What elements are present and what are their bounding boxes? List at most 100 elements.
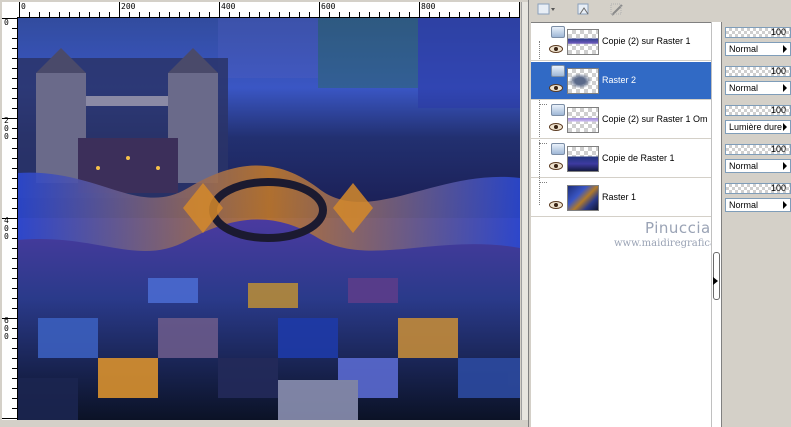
layer-row[interactable]: Raster 1 — [531, 179, 711, 217]
ruler-tick — [39, 12, 40, 17]
layer-row[interactable]: Copie (2) sur Raster 1 — [531, 23, 711, 61]
ruler-tick — [12, 388, 17, 389]
mask-icon — [577, 3, 589, 15]
blend-mode-select[interactable]: Normal — [725, 159, 791, 173]
layer-row[interactable]: Raster 2 — [531, 62, 711, 100]
layer-name: Copie (2) sur Raster 1 Om — [602, 114, 708, 124]
ruler-tick — [259, 12, 260, 17]
blend-mode-value: Normal — [729, 161, 759, 171]
ruler-tick — [12, 48, 17, 49]
blend-mode-select[interactable]: Normal — [725, 42, 791, 56]
visibility-eye-icon[interactable] — [549, 201, 563, 209]
ruler-tick — [109, 12, 110, 17]
ruler-tick — [12, 58, 17, 59]
ruler-tick — [12, 198, 17, 199]
blend-mode-select[interactable]: Normal — [725, 81, 791, 95]
adjustment-layer-button[interactable] — [607, 1, 629, 18]
opacity-slider[interactable]: 100 — [725, 183, 791, 194]
ruler-tick — [409, 12, 410, 17]
layer-thumbnail — [567, 185, 599, 211]
new-layer-button[interactable] — [535, 1, 557, 18]
ruler-tick — [59, 12, 60, 17]
ruler-tick — [399, 12, 400, 17]
ruler-tick — [479, 12, 480, 17]
ruler-tick — [12, 358, 17, 359]
ruler-tick — [129, 12, 130, 17]
ruler-tick — [2, 18, 17, 19]
layer-properties: 100 Normal — [724, 24, 791, 62]
ruler-label: 0 — [21, 2, 26, 11]
layer-name: Copie de Raster 1 — [602, 153, 675, 163]
blend-mode-select[interactable]: Lumière dure — [725, 120, 791, 134]
opacity-slider[interactable]: 100 — [725, 27, 791, 38]
ruler-tick — [429, 12, 430, 17]
visibility-eye-icon[interactable] — [549, 123, 563, 131]
raster-layer-icon — [551, 65, 565, 77]
ruler-tick — [12, 28, 17, 29]
ruler-tick — [439, 12, 440, 17]
ruler-tick — [12, 368, 17, 369]
layers-empty-area — [531, 218, 711, 427]
layer-row[interactable]: Copie (2) sur Raster 1 Om — [531, 101, 711, 139]
visibility-eye-icon[interactable] — [549, 84, 563, 92]
ruler-tick — [19, 2, 20, 17]
ruler-tick — [149, 12, 150, 17]
layer-name: Copie (2) sur Raster 1 — [602, 36, 691, 46]
opacity-value: 100 — [770, 144, 786, 154]
ruler-tick — [519, 2, 520, 17]
ruler-tick — [459, 12, 460, 17]
mask-button[interactable] — [573, 1, 595, 18]
ruler-tick — [89, 12, 90, 17]
document-window: 0 200 400 600 800 0 200 400 600 — [0, 0, 529, 427]
ruler-label: 200 — [121, 2, 136, 11]
ruler-tick — [12, 88, 17, 89]
layer-thumbnail — [567, 146, 599, 172]
dropdown-arrow-icon — [781, 161, 789, 171]
dropdown-arrow-icon — [781, 44, 789, 54]
ruler-tick — [509, 12, 510, 17]
ruler-tick — [12, 178, 17, 179]
ruler-tick — [79, 12, 80, 17]
ruler-tick — [379, 12, 380, 17]
ruler-tick — [12, 228, 17, 229]
ruler-tick — [229, 12, 230, 17]
ruler-label: 400 — [4, 216, 9, 241]
ruler-tick — [12, 408, 17, 409]
ruler-label: 800 — [421, 2, 436, 11]
layer-thumbnail — [567, 68, 599, 94]
layer-row[interactable]: Copie de Raster 1 — [531, 140, 711, 178]
horizontal-ruler: 0 200 400 600 800 — [18, 2, 520, 18]
ruler-tick — [12, 298, 17, 299]
blend-mode-value: Lumière dure — [729, 122, 783, 132]
raster-layer-icon — [551, 104, 565, 116]
opacity-slider[interactable]: 100 — [725, 144, 791, 155]
ruler-tick — [2, 118, 17, 119]
ruler-tick — [199, 12, 200, 17]
ruler-corner — [2, 2, 19, 18]
expand-arrow-icon[interactable] — [713, 277, 718, 285]
ruler-tick — [12, 338, 17, 339]
ruler-tick — [2, 218, 17, 219]
canvas-vertical-scrollbar[interactable] — [521, 2, 528, 420]
ruler-tick — [469, 12, 470, 17]
ruler-tick — [12, 128, 17, 129]
scroll-thumb[interactable] — [713, 252, 720, 300]
blend-mode-select[interactable]: Normal — [725, 198, 791, 212]
ruler-tick — [289, 12, 290, 17]
layers-scrollbar[interactable] — [711, 22, 721, 427]
dropdown-arrow-icon — [781, 83, 789, 93]
ruler-tick — [12, 288, 17, 289]
opacity-value: 100 — [770, 183, 786, 193]
opacity-slider[interactable]: 100 — [725, 66, 791, 77]
ruler-label: 200 — [4, 116, 9, 141]
ruler-tick — [12, 278, 17, 279]
ruler-tick — [12, 348, 17, 349]
visibility-eye-icon[interactable] — [549, 162, 563, 170]
ruler-tick — [249, 12, 250, 17]
visibility-eye-icon[interactable] — [549, 45, 563, 53]
ruler-tick — [159, 12, 160, 17]
ruler-tick — [12, 208, 17, 209]
layer-name: Raster 2 — [602, 75, 637, 85]
image-canvas[interactable] — [18, 18, 520, 420]
opacity-slider[interactable]: 100 — [725, 105, 791, 116]
